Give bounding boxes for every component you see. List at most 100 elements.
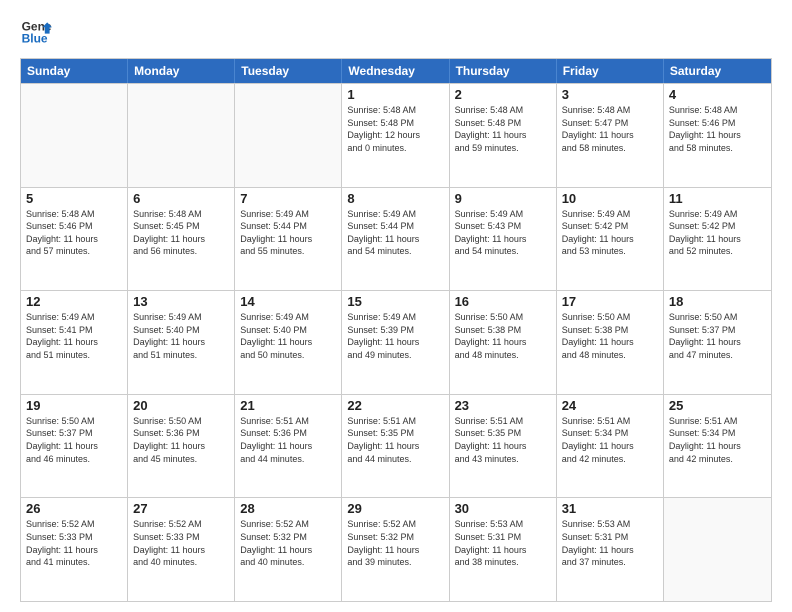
day-number: 19: [26, 398, 122, 413]
cell-info: Sunrise: 5:51 AM Sunset: 5:35 PM Dayligh…: [455, 415, 551, 465]
cell-info: Sunrise: 5:48 AM Sunset: 5:47 PM Dayligh…: [562, 104, 658, 154]
calendar-cell: [664, 498, 771, 601]
cell-info: Sunrise: 5:49 AM Sunset: 5:40 PM Dayligh…: [133, 311, 229, 361]
calendar: SundayMondayTuesdayWednesdayThursdayFrid…: [20, 58, 772, 602]
day-number: 22: [347, 398, 443, 413]
calendar-cell: 28 Sunrise: 5:52 AM Sunset: 5:32 PM Dayli…: [235, 498, 342, 601]
header-cell-friday: Friday: [557, 59, 664, 83]
cell-info: Sunrise: 5:48 AM Sunset: 5:45 PM Dayligh…: [133, 208, 229, 258]
cell-info: Sunrise: 5:50 AM Sunset: 5:36 PM Dayligh…: [133, 415, 229, 465]
calendar-row-3: 19 Sunrise: 5:50 AM Sunset: 5:37 PM Dayli…: [21, 394, 771, 498]
cell-info: Sunrise: 5:48 AM Sunset: 5:46 PM Dayligh…: [26, 208, 122, 258]
page: General Blue SundayMondayTuesdayWednesda…: [0, 0, 792, 612]
cell-info: Sunrise: 5:51 AM Sunset: 5:34 PM Dayligh…: [669, 415, 766, 465]
calendar-cell: 29 Sunrise: 5:52 AM Sunset: 5:32 PM Dayli…: [342, 498, 449, 601]
cell-info: Sunrise: 5:50 AM Sunset: 5:38 PM Dayligh…: [455, 311, 551, 361]
cell-info: Sunrise: 5:52 AM Sunset: 5:32 PM Dayligh…: [240, 518, 336, 568]
cell-info: Sunrise: 5:49 AM Sunset: 5:42 PM Dayligh…: [562, 208, 658, 258]
day-number: 16: [455, 294, 551, 309]
day-number: 29: [347, 501, 443, 516]
calendar-cell: 11Sunrise: 5:49 AM Sunset: 5:42 PM Dayli…: [664, 188, 771, 291]
calendar-cell: 15 Sunrise: 5:49 AM Sunset: 5:39 PM Dayli…: [342, 291, 449, 394]
calendar-cell: 31 Sunrise: 5:53 AM Sunset: 5:31 PM Dayli…: [557, 498, 664, 601]
calendar-cell: 10 Sunrise: 5:49 AM Sunset: 5:42 PM Dayli…: [557, 188, 664, 291]
calendar-cell: 22 Sunrise: 5:51 AM Sunset: 5:35 PM Dayli…: [342, 395, 449, 498]
day-number: 30: [455, 501, 551, 516]
calendar-cell: 2 Sunrise: 5:48 AM Sunset: 5:48 PM Daylig…: [450, 84, 557, 187]
day-number: 9: [455, 191, 551, 206]
calendar-cell: 20 Sunrise: 5:50 AM Sunset: 5:36 PM Dayli…: [128, 395, 235, 498]
header-cell-saturday: Saturday: [664, 59, 771, 83]
calendar-cell: 4Sunrise: 5:48 AM Sunset: 5:46 PM Daylig…: [664, 84, 771, 187]
calendar-cell: 25 Sunrise: 5:51 AM Sunset: 5:34 PM Dayli…: [664, 395, 771, 498]
cell-info: Sunrise: 5:48 AM Sunset: 5:48 PM Dayligh…: [347, 104, 443, 154]
calendar-cell: 6 Sunrise: 5:48 AM Sunset: 5:45 PM Daylig…: [128, 188, 235, 291]
day-number: 17: [562, 294, 658, 309]
header-cell-monday: Monday: [128, 59, 235, 83]
day-number: 28: [240, 501, 336, 516]
calendar-row-0: 1 Sunrise: 5:48 AM Sunset: 5:48 PM Daylig…: [21, 83, 771, 187]
header-cell-sunday: Sunday: [21, 59, 128, 83]
day-number: 14: [240, 294, 336, 309]
day-number: 7: [240, 191, 336, 206]
day-number: 6: [133, 191, 229, 206]
cell-info: Sunrise: 5:50 AM Sunset: 5:38 PM Dayligh…: [562, 311, 658, 361]
calendar-cell: [21, 84, 128, 187]
cell-info: Sunrise: 5:49 AM Sunset: 5:44 PM Dayligh…: [240, 208, 336, 258]
calendar-cell: 24 Sunrise: 5:51 AM Sunset: 5:34 PM Dayli…: [557, 395, 664, 498]
calendar-row-1: 5 Sunrise: 5:48 AM Sunset: 5:46 PM Daylig…: [21, 187, 771, 291]
day-number: 8: [347, 191, 443, 206]
cell-info: Sunrise: 5:49 AM Sunset: 5:39 PM Dayligh…: [347, 311, 443, 361]
day-number: 31: [562, 501, 658, 516]
calendar-header: SundayMondayTuesdayWednesdayThursdayFrid…: [21, 59, 771, 83]
cell-info: Sunrise: 5:51 AM Sunset: 5:36 PM Dayligh…: [240, 415, 336, 465]
day-number: 10: [562, 191, 658, 206]
calendar-cell: 8 Sunrise: 5:49 AM Sunset: 5:44 PM Daylig…: [342, 188, 449, 291]
day-number: 15: [347, 294, 443, 309]
cell-info: Sunrise: 5:52 AM Sunset: 5:32 PM Dayligh…: [347, 518, 443, 568]
calendar-cell: 9 Sunrise: 5:49 AM Sunset: 5:43 PM Daylig…: [450, 188, 557, 291]
calendar-cell: 19 Sunrise: 5:50 AM Sunset: 5:37 PM Dayli…: [21, 395, 128, 498]
day-number: 27: [133, 501, 229, 516]
calendar-cell: 5 Sunrise: 5:48 AM Sunset: 5:46 PM Daylig…: [21, 188, 128, 291]
calendar-cell: 7 Sunrise: 5:49 AM Sunset: 5:44 PM Daylig…: [235, 188, 342, 291]
cell-info: Sunrise: 5:49 AM Sunset: 5:44 PM Dayligh…: [347, 208, 443, 258]
cell-info: Sunrise: 5:52 AM Sunset: 5:33 PM Dayligh…: [133, 518, 229, 568]
calendar-cell: 18Sunrise: 5:50 AM Sunset: 5:37 PM Dayli…: [664, 291, 771, 394]
svg-text:Blue: Blue: [22, 31, 48, 45]
day-number: 13: [133, 294, 229, 309]
day-number: 25: [669, 398, 766, 413]
calendar-cell: 14Sunrise: 5:49 AM Sunset: 5:40 PM Dayli…: [235, 291, 342, 394]
day-number: 24: [562, 398, 658, 413]
calendar-cell: 30 Sunrise: 5:53 AM Sunset: 5:31 PM Dayli…: [450, 498, 557, 601]
header-cell-thursday: Thursday: [450, 59, 557, 83]
cell-info: Sunrise: 5:51 AM Sunset: 5:34 PM Dayligh…: [562, 415, 658, 465]
cell-info: Sunrise: 5:48 AM Sunset: 5:48 PM Dayligh…: [455, 104, 551, 154]
calendar-cell: 13 Sunrise: 5:49 AM Sunset: 5:40 PM Dayli…: [128, 291, 235, 394]
day-number: 4: [669, 87, 766, 102]
day-number: 1: [347, 87, 443, 102]
day-number: 5: [26, 191, 122, 206]
header: General Blue: [20, 16, 772, 48]
day-number: 20: [133, 398, 229, 413]
cell-info: Sunrise: 5:51 AM Sunset: 5:35 PM Dayligh…: [347, 415, 443, 465]
calendar-cell: [235, 84, 342, 187]
day-number: 2: [455, 87, 551, 102]
calendar-cell: 12Sunrise: 5:49 AM Sunset: 5:41 PM Dayli…: [21, 291, 128, 394]
cell-info: Sunrise: 5:49 AM Sunset: 5:43 PM Dayligh…: [455, 208, 551, 258]
calendar-cell: 21Sunrise: 5:51 AM Sunset: 5:36 PM Dayli…: [235, 395, 342, 498]
calendar-cell: 26Sunrise: 5:52 AM Sunset: 5:33 PM Dayli…: [21, 498, 128, 601]
cell-info: Sunrise: 5:53 AM Sunset: 5:31 PM Dayligh…: [455, 518, 551, 568]
day-number: 26: [26, 501, 122, 516]
cell-info: Sunrise: 5:53 AM Sunset: 5:31 PM Dayligh…: [562, 518, 658, 568]
calendar-row-4: 26 Sunrise: 5:52 AM Sunset: 5:33 PM Dayli…: [21, 497, 771, 601]
cell-info: Sunrise: 5:50 AM Sunset: 5:37 PM Dayligh…: [26, 415, 122, 465]
calendar-cell: 1 Sunrise: 5:48 AM Sunset: 5:48 PM Daylig…: [342, 84, 449, 187]
calendar-cell: 23Sunrise: 5:51 AM Sunset: 5:35 PM Dayli…: [450, 395, 557, 498]
cell-info: Sunrise: 5:49 AM Sunset: 5:42 PM Dayligh…: [669, 208, 766, 258]
header-cell-tuesday: Tuesday: [235, 59, 342, 83]
header-cell-wednesday: Wednesday: [342, 59, 449, 83]
logo: General Blue: [20, 16, 52, 48]
calendar-row-2: 12Sunrise: 5:49 AM Sunset: 5:41 PM Dayli…: [21, 290, 771, 394]
logo-icon: General Blue: [20, 16, 52, 48]
